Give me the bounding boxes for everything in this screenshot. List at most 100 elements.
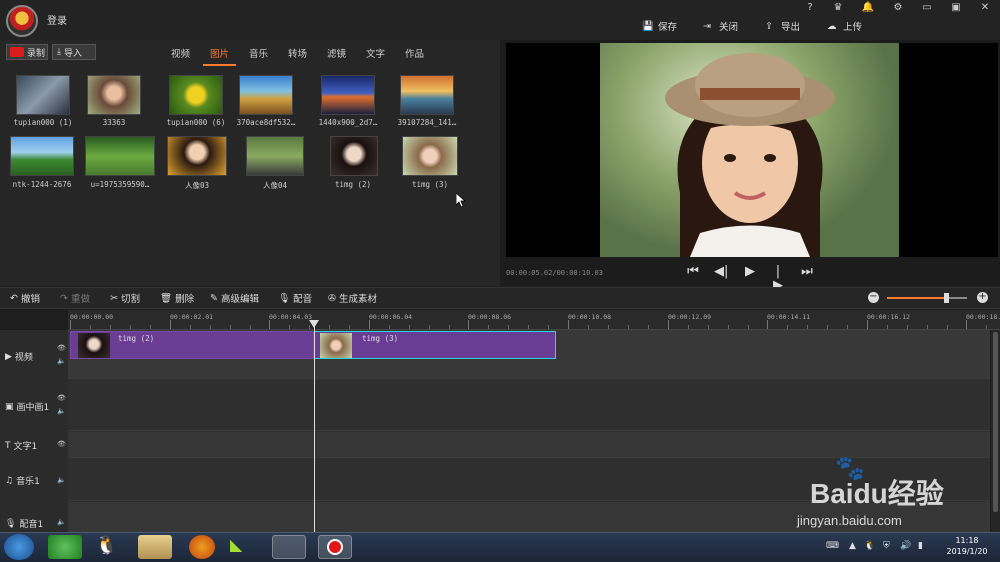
media-thumb[interactable] <box>10 136 74 176</box>
play-icon[interactable]: ▶ <box>743 265 757 279</box>
tab-filter[interactable]: 滤镜 <box>327 46 346 60</box>
delete-button[interactable]: 🗑 删除 <box>160 292 194 306</box>
help-icon[interactable]: ? <box>800 2 820 16</box>
tab-text[interactable]: 文字 <box>366 46 385 60</box>
speaker-icon[interactable]: 🔈 <box>57 357 66 365</box>
taskbar-app-explorer-icon[interactable] <box>138 535 172 559</box>
network-icon[interactable]: ▮ <box>918 541 923 551</box>
start-button[interactable] <box>4 534 34 560</box>
timeline-clip[interactable]: timg (2) <box>70 331 314 359</box>
close-window-button[interactable]: ✕ <box>975 2 995 16</box>
mouse-cursor-icon <box>456 193 466 207</box>
ruler-minor-tick <box>748 325 749 329</box>
ruler-minor-tick <box>907 325 908 329</box>
taskbar-app-360-icon[interactable] <box>48 535 82 559</box>
timeline-clip-selected[interactable]: timg (3) <box>314 331 556 359</box>
login-link[interactable]: 登录 <box>47 12 67 27</box>
scrollbar-thumb[interactable] <box>993 332 998 512</box>
media-thumb[interactable] <box>16 75 70 115</box>
track-row-pip[interactable] <box>68 380 990 431</box>
zoom-out-button[interactable]: − <box>868 292 879 303</box>
ruler-minor-tick <box>449 325 450 329</box>
zoom-slider-handle[interactable] <box>944 293 949 303</box>
vip-icon[interactable]: ♛ <box>828 2 848 16</box>
eye-icon[interactable]: 👁 <box>57 440 66 448</box>
ruler-minor-tick <box>190 325 191 329</box>
ruler-tick-label: 00:00:08.06 <box>468 313 512 321</box>
media-thumb[interactable] <box>167 136 227 176</box>
redo-button[interactable]: ↷ 重做 <box>60 292 90 306</box>
next-frame-icon[interactable]: |▶ <box>771 265 785 293</box>
minimize-button[interactable]: ▭ <box>917 2 937 16</box>
restore-button[interactable]: ▣ <box>946 2 966 16</box>
eye-icon[interactable]: 👁 <box>57 394 66 402</box>
cut-button[interactable]: ✂ 切割 <box>110 292 140 306</box>
ruler-minor-tick <box>588 325 589 329</box>
tab-music[interactable]: 音乐 <box>249 46 268 60</box>
track-name: 配音1 <box>19 520 44 530</box>
bell-icon[interactable]: 🔔 <box>858 2 878 16</box>
tray-expand-icon[interactable]: ▲ <box>849 541 856 551</box>
gear-icon[interactable]: ⚙ <box>888 2 908 16</box>
taskbar-app-editor-icon[interactable] <box>272 535 306 559</box>
dub-button[interactable]: 🎙 配音 <box>278 292 312 306</box>
skip-to-end-icon[interactable]: ⏭ <box>800 265 814 279</box>
playhead-line[interactable] <box>314 322 315 532</box>
tab-transition[interactable]: 转场 <box>288 46 307 60</box>
media-thumb[interactable] <box>85 136 155 176</box>
ruler-tick-mark <box>668 320 669 329</box>
ruler-tick-mark <box>170 320 171 329</box>
eye-icon[interactable]: 👁 <box>57 344 66 352</box>
skip-to-start-icon[interactable]: ⏮ <box>686 265 700 279</box>
media-thumb[interactable] <box>400 75 454 115</box>
close-project-button[interactable]: ⇥ 关闭 <box>703 19 738 34</box>
undo-button[interactable]: ↶ 撤销 <box>10 292 40 306</box>
zoom-in-button[interactable]: + <box>977 292 988 303</box>
system-clock[interactable]: 11:18 2019/1/20 <box>938 535 996 557</box>
taskbar-app-video-icon[interactable]: ◣ <box>230 535 264 559</box>
ruler-minor-tick <box>488 325 489 329</box>
media-thumb[interactable] <box>87 75 141 115</box>
record-button[interactable]: 录制 <box>6 44 48 60</box>
taskbar-app-firefox-icon[interactable] <box>189 535 215 559</box>
tab-video[interactable]: 视频 <box>171 46 190 60</box>
speaker-icon[interactable]: 🔈 <box>57 476 66 484</box>
generate-material-button[interactable]: ✇ 生成素材 <box>328 292 377 306</box>
taskbar-app-qq-icon[interactable]: 🐧 <box>95 535 129 559</box>
save-button[interactable]: 💾 保存 <box>642 19 677 34</box>
exit-icon: ⇥ <box>703 20 711 32</box>
media-label: tupian000 (1) <box>13 118 73 127</box>
media-thumb[interactable] <box>246 136 304 176</box>
tray-qq-icon[interactable]: 🐧 <box>864 541 875 551</box>
clip-label: timg (3) <box>362 334 399 343</box>
ruler-minor-tick <box>728 325 729 329</box>
volume-icon[interactable]: 🔊 <box>900 541 911 551</box>
import-button[interactable]: ⤓ 导入 <box>52 44 96 60</box>
previous-frame-icon[interactable]: ◀| <box>714 265 728 279</box>
tray-security-icon[interactable]: ⛨ <box>883 541 890 551</box>
track-name: 音乐1 <box>16 477 40 487</box>
media-thumb[interactable] <box>321 75 375 115</box>
speaker-icon[interactable]: 🔈 <box>57 518 66 526</box>
media-thumb[interactable] <box>169 75 223 115</box>
taskbar-app-recorder-icon[interactable] <box>318 535 352 559</box>
ruler-minor-tick <box>688 325 689 329</box>
media-label: 370ace8df532… <box>236 118 296 127</box>
export-button[interactable]: ⇪ 导出 <box>765 19 800 34</box>
track-label-text: T 文字1 <box>5 439 37 453</box>
playhead-handle[interactable] <box>309 320 319 328</box>
advanced-edit-button[interactable]: ✎ 高级编辑 <box>210 292 259 306</box>
music-note-icon: ♫ <box>5 475 14 486</box>
upload-button[interactable]: ☁ 上传 <box>827 19 862 34</box>
ruler-minor-tick <box>130 325 131 329</box>
media-thumb[interactable] <box>239 75 293 115</box>
keyboard-icon[interactable]: ⌨ <box>826 541 839 551</box>
tab-image[interactable]: 图片 <box>210 46 229 60</box>
track-label-video: ▶ 视频 <box>5 350 33 364</box>
media-thumb[interactable] <box>402 136 458 176</box>
tab-works[interactable]: 作品 <box>405 46 424 60</box>
speaker-icon[interactable]: 🔈 <box>57 407 66 415</box>
ruler-minor-tick <box>947 325 948 329</box>
media-thumb[interactable] <box>330 136 378 176</box>
media-label: 人像03 <box>184 181 210 190</box>
